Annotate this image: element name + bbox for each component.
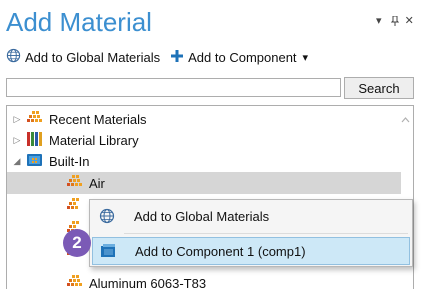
material-icon	[67, 197, 89, 215]
menu-item-label: Add to Global Materials	[134, 208, 270, 224]
add-to-global-materials-label: Add to Global Materials	[25, 49, 161, 65]
chevron-down-icon[interactable]: ▾	[376, 15, 385, 27]
menu-item-label: Add to Component 1 (comp1)	[135, 243, 306, 259]
tree-item-built-in[interactable]: ◢ Built-In	[11, 150, 89, 172]
search-button[interactable]: Search	[344, 77, 414, 99]
collapse-icon[interactable]: ◢	[11, 156, 23, 167]
plus-icon	[170, 49, 188, 66]
search-input[interactable]	[6, 78, 341, 97]
material-library-icon	[27, 131, 49, 149]
component-icon	[93, 243, 123, 259]
recent-materials-icon	[27, 110, 49, 128]
window-controls: ▾ ✕	[376, 14, 417, 27]
panel-title: Add Material	[6, 7, 152, 37]
step-callout-badge: 2	[63, 229, 91, 257]
add-to-global-materials-button[interactable]: Add to Global Materials	[6, 48, 160, 66]
toolbar: Add to Global Materials Add to Component…	[6, 44, 318, 70]
expand-icon[interactable]: ▷	[11, 114, 23, 125]
chevron-down-icon[interactable]: ▾	[303, 51, 309, 64]
menu-item-add-to-global-materials[interactable]: Add to Global Materials	[92, 202, 410, 230]
material-icon	[67, 174, 89, 192]
tree-item-label: Material Library	[49, 132, 139, 148]
add-to-component-label: Add to Component	[188, 49, 297, 65]
tree-item-label: Air	[89, 175, 105, 191]
add-to-component-button[interactable]: Add to Component ▾	[170, 49, 308, 66]
tree-item-air[interactable]: Air	[7, 172, 401, 194]
menu-item-add-to-component-1[interactable]: Add to Component 1 (comp1)	[92, 237, 410, 265]
expand-icon[interactable]: ▷	[11, 135, 23, 146]
tree-item-material-library[interactable]: ▷ Material Library	[11, 129, 139, 151]
built-in-folder-icon	[27, 153, 49, 170]
material-icon	[67, 274, 89, 289]
tree-item-aluminum-6063-t83[interactable]: Aluminum 6063-T83	[67, 272, 206, 289]
tree-item-recent-materials[interactable]: ▷ Recent Materials	[11, 108, 147, 130]
globe-icon	[6, 48, 25, 66]
close-icon[interactable]: ✕	[405, 15, 417, 27]
scroll-up-icon	[401, 117, 410, 123]
tree-item-label: Built-In	[49, 153, 90, 169]
tree-item-hidden[interactable]	[67, 195, 89, 217]
context-menu: Add to Global Materials Add to Component…	[89, 199, 413, 267]
pin-icon[interactable]	[390, 15, 405, 27]
tree-item-label: Aluminum 6063-T83	[89, 275, 207, 289]
menu-separator	[124, 233, 408, 234]
tree-item-label: Recent Materials	[49, 111, 147, 127]
globe-icon	[92, 208, 122, 224]
